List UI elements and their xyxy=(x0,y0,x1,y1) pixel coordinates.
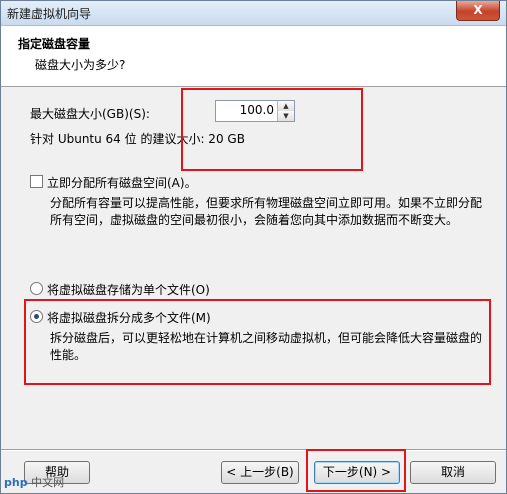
watermark-text: 中文网 xyxy=(31,476,65,489)
highlight-box-split xyxy=(24,299,491,385)
single-file-radio[interactable] xyxy=(30,282,43,295)
close-button[interactable]: X xyxy=(456,1,500,21)
back-button[interactable]: < 上一步(B) xyxy=(221,461,299,484)
highlight-box-size xyxy=(181,88,363,171)
footer-separator xyxy=(1,449,506,451)
highlight-box-next xyxy=(306,449,406,492)
watermark-brand: php xyxy=(4,476,28,489)
title-bar: 新建虚拟机向导 X xyxy=(1,1,506,26)
allocate-desc-2: 所有空间，虚拟磁盘的空间最初很小，会随着您向其中添加数据而不断变大。 xyxy=(50,213,459,227)
cancel-button[interactable]: 取消 xyxy=(410,461,496,484)
page-title: 指定磁盘容量 xyxy=(18,37,91,51)
wizard-window: 新建虚拟机向导 X 指定磁盘容量 磁盘大小为多少? 最大磁盘大小(GB)(S):… xyxy=(0,0,507,494)
single-file-label[interactable]: 将虚拟磁盘存储为单个文件(O) xyxy=(47,281,210,298)
window-title: 新建虚拟机向导 xyxy=(7,7,92,21)
allocate-label[interactable]: 立即分配所有磁盘空间(A)。 xyxy=(47,174,197,191)
allocate-desc-1: 分配所有容量可以提高性能，但要求所有物理磁盘空间立即可用。如果不立即分配 xyxy=(50,196,483,210)
max-size-label: 最大磁盘大小(GB)(S): xyxy=(30,107,150,121)
page-subtitle: 磁盘大小为多少? xyxy=(35,58,126,72)
wizard-header: 指定磁盘容量 磁盘大小为多少? xyxy=(1,26,506,87)
allocate-checkbox[interactable] xyxy=(30,175,43,188)
watermark: php 中文网 xyxy=(4,474,64,490)
